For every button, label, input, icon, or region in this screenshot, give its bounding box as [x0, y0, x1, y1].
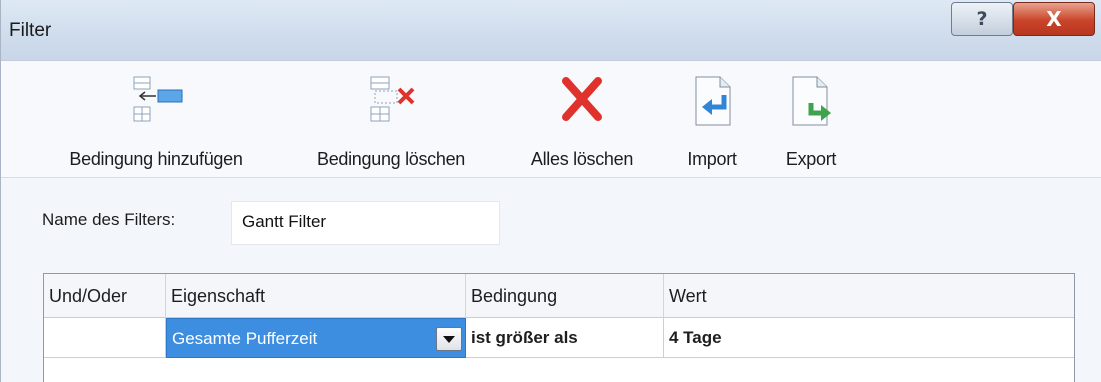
- delete-condition-label: Bedingung löschen: [316, 149, 466, 169]
- add-condition-label: Bedingung hinzufügen: [69, 149, 243, 169]
- column-header-wert[interactable]: Wert: [664, 274, 1074, 318]
- eigenschaft-value: Gesamte Pufferzeit: [172, 329, 318, 348]
- grid-header: Und/Oder Eigenschaft Bedingung Wert: [44, 274, 1074, 318]
- delete-condition-button[interactable]: Bedingung löschen: [293, 61, 489, 179]
- export-button[interactable]: Export: [771, 61, 851, 179]
- delete-all-label: Alles löschen: [530, 149, 634, 169]
- chevron-down-icon: [443, 335, 455, 343]
- condition-grid: Und/Oder Eigenschaft Bedingung Wert Gesa…: [43, 273, 1075, 382]
- close-button[interactable]: X: [1013, 2, 1095, 36]
- help-button[interactable]: ?: [951, 2, 1013, 36]
- add-condition-icon: [133, 76, 183, 122]
- wert-cell[interactable]: 4 Tage: [664, 318, 1074, 358]
- eigenschaft-dropdown[interactable]: Gesamte Pufferzeit: [166, 318, 466, 358]
- filter-name-label: Name des Filters:: [42, 210, 176, 229]
- dropdown-button[interactable]: [436, 327, 462, 351]
- delete-all-button[interactable]: Alles löschen: [513, 61, 651, 179]
- und-oder-cell[interactable]: [44, 318, 166, 358]
- window-title: Filter: [9, 20, 52, 41]
- title-bar: Filter ? X: [1, 0, 1101, 60]
- import-button[interactable]: Import: [673, 61, 751, 179]
- filter-name-input[interactable]: Gantt Filter: [231, 201, 500, 245]
- filter-name-row: Name des Filters: Gantt Filter: [1, 180, 1101, 260]
- filter-dialog: Filter ? X Bedingung hinzufügen Bedingun…: [0, 0, 1101, 382]
- export-icon: [792, 76, 831, 126]
- import-icon: [695, 76, 731, 126]
- column-header-eigenschaft[interactable]: Eigenschaft: [166, 274, 466, 318]
- import-label: Import: [687, 149, 737, 169]
- table-row: Gesamte Pufferzeit ist größer als 4 Tage: [44, 318, 1074, 358]
- add-condition-button[interactable]: Bedingung hinzufügen: [43, 61, 269, 179]
- toolbar: Bedingung hinzufügen Bedingung löschen A…: [1, 60, 1101, 178]
- delete-all-icon: [562, 77, 602, 121]
- delete-condition-icon: [370, 76, 415, 122]
- column-header-und-oder[interactable]: Und/Oder: [44, 274, 166, 318]
- column-header-bedingung[interactable]: Bedingung: [466, 274, 664, 318]
- bedingung-cell[interactable]: ist größer als: [466, 318, 664, 358]
- export-label: Export: [785, 149, 837, 169]
